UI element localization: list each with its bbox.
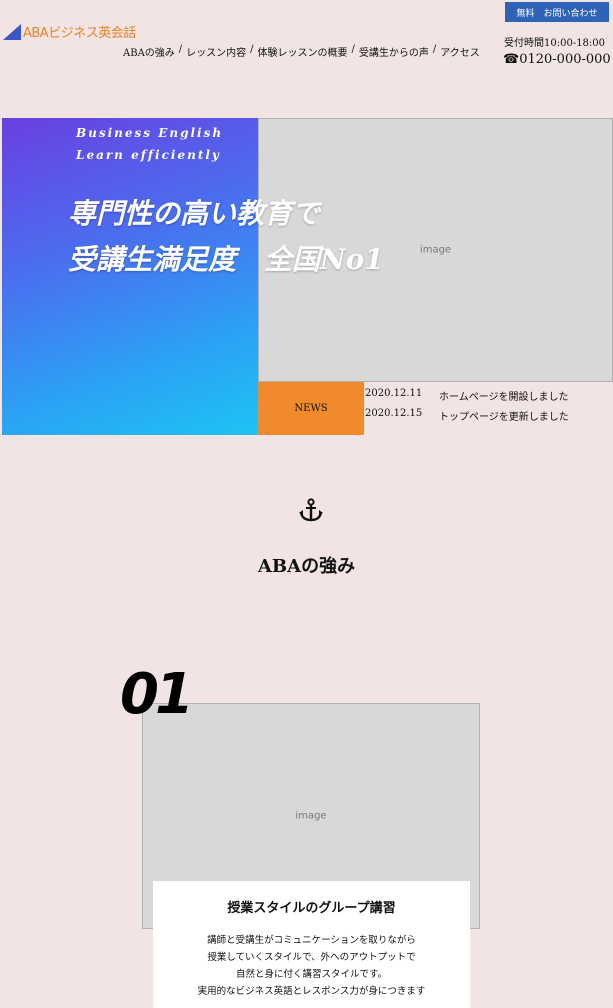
contact-button[interactable]: 無料 お問い合わせ bbox=[505, 2, 609, 22]
nav-item-trial[interactable]: 体験レッスンの概要 bbox=[258, 44, 348, 59]
news-item[interactable]: 2020.12.11 ホームページを開設しました bbox=[365, 388, 569, 403]
feature-body-line: 実用的なビジネス英語とレスポンス力が身につきます bbox=[197, 986, 426, 997]
news-text: ホームページを開設しました bbox=[439, 392, 569, 403]
feature-body-line: 講師と受講生がコミュニケーションを取りながら bbox=[207, 935, 416, 946]
hero-tagline-1: Business English bbox=[76, 126, 224, 140]
nav-item-voices[interactable]: 受講生からの声 bbox=[359, 44, 429, 59]
hero-tagline-2: Learn efficiently bbox=[76, 148, 221, 162]
hero-headline-2: 受講生満足度 全国No1 bbox=[68, 243, 384, 276]
hero: image Business English Learn efficiently… bbox=[2, 118, 613, 435]
feature-body-line: 自然と身に付く講習スタイルです。 bbox=[235, 969, 388, 980]
anchor-icon bbox=[299, 498, 323, 522]
feature-card: 授業スタイルのグループ講習 講師と受講生がコミュニケーションを取りながら 授業し… bbox=[153, 881, 470, 1008]
nav-separator: / bbox=[351, 44, 355, 55]
main-nav: ABAの強み / レッスン内容 / 体験レッスンの概要 / 受講生からの声 / … bbox=[123, 44, 480, 59]
feature-title: 授業スタイルのグループ講習 bbox=[227, 901, 396, 916]
nav-separator: / bbox=[432, 44, 437, 55]
logo-text: ABAビジネス英会話 bbox=[23, 26, 136, 41]
nav-separator: / bbox=[250, 44, 254, 55]
news-list: 2020.12.11 ホームページを開設しました 2020.12.15 トップペ… bbox=[365, 388, 569, 428]
news-date: 2020.12.15 bbox=[365, 408, 423, 419]
nav-separator: / bbox=[178, 44, 183, 55]
nav-item-lessons[interactable]: レッスン内容 bbox=[186, 44, 246, 59]
news-label: NEWS bbox=[258, 382, 364, 435]
nav-item-strengths[interactable]: ABAの強み bbox=[123, 44, 175, 59]
nav-item-access[interactable]: アクセス bbox=[440, 44, 480, 59]
feature-body-line: 授業していくスタイルで、外へのアウトプットで bbox=[207, 952, 416, 963]
logo-mark-icon bbox=[3, 23, 21, 40]
hero-headline-1: 専門性の高い教育で bbox=[68, 197, 321, 230]
news-text: トップページを更新しました bbox=[439, 412, 569, 423]
phone-number[interactable]: ☎0120-000-000 bbox=[503, 52, 611, 67]
logo[interactable]: ABAビジネス英会話 bbox=[3, 22, 136, 41]
business-hours: 受付時間10:00-18:00 bbox=[504, 38, 606, 49]
news-item[interactable]: 2020.12.15 トップページを更新しました bbox=[365, 408, 569, 423]
feature-body: 講師と受講生がコミュニケーションを取りながら 授業していくスタイルで、外へのアウ… bbox=[153, 932, 470, 1000]
strengths-title: ABAの強み bbox=[257, 556, 356, 577]
news-date: 2020.12.11 bbox=[365, 388, 423, 399]
feature-number: 01 bbox=[120, 662, 194, 727]
